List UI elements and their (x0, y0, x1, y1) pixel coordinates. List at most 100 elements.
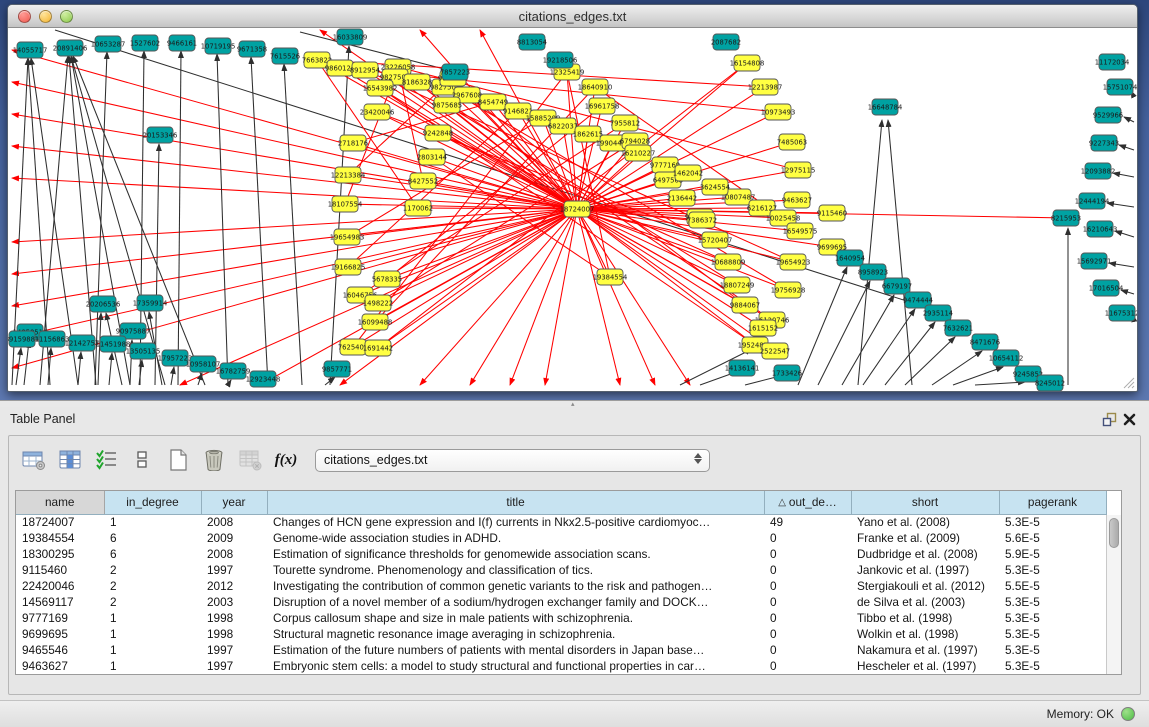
graph-node[interactable]: 3624554 (700, 179, 730, 195)
graph-node[interactable]: 18724007 (560, 201, 595, 217)
graph-node[interactable]: 7857223 (440, 64, 470, 80)
graph-node[interactable]: 1640954 (835, 250, 865, 266)
graph-node[interactable]: 16154808 (730, 55, 765, 71)
graph-node[interactable]: 15720407 (698, 232, 733, 248)
cell-year[interactable]: 1998 (201, 626, 267, 642)
graph-node[interactable]: 12213987 (748, 79, 783, 95)
graph-node[interactable]: 7386372 (687, 212, 717, 228)
resize-grip-icon[interactable] (1121, 375, 1135, 389)
graph-node[interactable]: 5678335 (372, 271, 402, 287)
network-view-window[interactable]: citations_edges.txt 18724007766382298601… (7, 4, 1138, 392)
cell-title[interactable]: Corpus callosum shape and size in male p… (267, 610, 764, 626)
cell-title[interactable]: Disruption of a novel member of a sodium… (267, 594, 764, 610)
cell-out_de[interactable]: 0 (764, 578, 851, 594)
column-header-year[interactable]: year (201, 491, 267, 514)
graph-node[interactable]: 10688809 (711, 254, 746, 270)
table-row[interactable]: 977716911998Corpus callosum shape and si… (16, 610, 1106, 626)
graph-node[interactable]: 16210227 (621, 145, 656, 161)
graph-node[interactable]: 9857771 (322, 361, 352, 377)
graph-node[interactable]: 1615152 (748, 320, 778, 336)
graph-node[interactable]: 10719195 (201, 38, 236, 54)
cell-short[interactable]: Stergiakouli et al. (2012) (851, 578, 999, 594)
cell-in_degree[interactable]: 1 (104, 642, 201, 658)
network-window-titlebar[interactable]: citations_edges.txt (8, 5, 1137, 28)
graph-node[interactable]: 2935114 (923, 305, 953, 321)
graph-node[interactable]: 10654112 (989, 350, 1024, 366)
column-header-short[interactable]: short (851, 491, 999, 514)
graph-node[interactable]: 18107554 (328, 196, 363, 212)
cell-title[interactable]: Tourette syndrome. Phenomenology and cla… (267, 562, 764, 578)
cell-short[interactable]: de Silva et al. (2003) (851, 594, 999, 610)
graph-node[interactable]: 19384554 (593, 269, 628, 285)
cell-year[interactable]: 2008 (201, 514, 267, 530)
cell-title[interactable]: Structural magnetic resonance image aver… (267, 626, 764, 642)
graph-node[interactable]: 10653287 (91, 36, 126, 52)
minimize-window-icon[interactable] (39, 10, 52, 23)
graph-node[interactable]: 7955812 (610, 115, 640, 131)
graph-node[interactable]: 8245012 (1035, 375, 1065, 391)
new-file-icon[interactable] (163, 445, 193, 475)
cell-out_de[interactable]: 0 (764, 530, 851, 546)
cell-pagerank[interactable]: 5.5E-5 (999, 578, 1106, 594)
graph-node[interactable]: 9466161 (167, 35, 197, 51)
cell-in_degree[interactable]: 1 (104, 514, 201, 530)
graph-node[interactable]: 18640910 (578, 79, 613, 95)
zoom-window-icon[interactable] (60, 10, 73, 23)
graph-node[interactable]: 9242848 (423, 125, 453, 141)
cell-year[interactable]: 2008 (201, 546, 267, 562)
graph-node[interactable]: 23420046 (360, 104, 395, 120)
cell-pagerank[interactable]: 5.3E-5 (999, 642, 1106, 658)
table-row[interactable]: 1830029562008Estimation of significance … (16, 546, 1106, 562)
cell-year[interactable]: 1997 (201, 562, 267, 578)
cell-pagerank[interactable]: 5.3E-5 (999, 658, 1106, 674)
graph-node[interactable]: 1170062 (403, 200, 433, 216)
function-fx-icon[interactable]: f(x) (271, 445, 301, 475)
graph-node[interactable]: 16961758 (585, 98, 620, 114)
cell-in_degree[interactable]: 1 (104, 610, 201, 626)
graph-node[interactable]: 2718176 (338, 135, 368, 151)
cell-short[interactable]: Hescheler et al. (1997) (851, 658, 999, 674)
column-header-title[interactable]: title (267, 491, 764, 514)
cell-out_de[interactable]: 0 (764, 610, 851, 626)
cell-name[interactable]: 9699695 (16, 626, 104, 642)
cell-in_degree[interactable]: 2 (104, 562, 201, 578)
cell-short[interactable]: Nakamura et al. (1997) (851, 642, 999, 658)
column-header-pagerank[interactable]: pagerank (999, 491, 1106, 514)
graph-node[interactable]: 1733426 (772, 365, 802, 381)
graph-node[interactable]: 20891406 (53, 40, 88, 56)
cell-out_de[interactable]: 0 (764, 658, 851, 674)
cell-short[interactable]: Tibbo et al. (1998) (851, 610, 999, 626)
cell-year[interactable]: 1997 (201, 642, 267, 658)
cell-out_de[interactable]: 0 (764, 626, 851, 642)
cell-in_degree[interactable]: 2 (104, 594, 201, 610)
table-row[interactable]: 1872400712008Changes of HCN gene express… (16, 514, 1106, 530)
cell-name[interactable]: 9777169 (16, 610, 104, 626)
graph-node[interactable]: 9463627 (782, 192, 812, 208)
graph-node[interactable]: 14136141 (725, 360, 760, 376)
cell-pagerank[interactable]: 5.3E-5 (999, 594, 1106, 610)
cell-in_degree[interactable]: 6 (104, 546, 201, 562)
graph-node[interactable]: 19218506 (543, 52, 578, 68)
table-settings-icon[interactable] (19, 445, 49, 475)
graph-node[interactable]: 16099488 (358, 314, 393, 330)
graph-node[interactable]: 8813054 (517, 34, 547, 50)
graph-node[interactable]: 11675312 (1105, 305, 1137, 321)
graph-node[interactable]: 1691442 (363, 340, 393, 356)
graph-node[interactable]: 11172034 (1095, 54, 1130, 70)
table-row[interactable]: 1456911722003Disruption of a novel membe… (16, 594, 1106, 610)
graph-node[interactable]: 12093882 (1081, 163, 1116, 179)
table-row[interactable]: 2242004622012Investigating the contribut… (16, 578, 1106, 594)
cell-name[interactable]: 18724007 (16, 514, 104, 530)
citation-network-graph[interactable]: 1872400776638229860124891295423226058982… (8, 28, 1137, 391)
cell-year[interactable]: 2012 (201, 578, 267, 594)
graph-node[interactable]: 15751074 (1103, 79, 1137, 95)
graph-node[interactable]: 16210643 (1083, 221, 1118, 237)
column-header-in_degree[interactable]: in_degree (104, 491, 201, 514)
cell-in_degree[interactable]: 1 (104, 658, 201, 674)
cell-short[interactable]: Dudbridge et al. (2008) (851, 546, 999, 562)
graph-node[interactable]: 15692971 (1077, 253, 1112, 269)
panel-splitter[interactable]: ▴ (0, 400, 1149, 407)
cell-pagerank[interactable]: 5.3E-5 (999, 514, 1106, 530)
graph-node[interactable]: 8912954 (350, 62, 380, 78)
graph-node[interactable]: 1527602 (130, 35, 160, 51)
